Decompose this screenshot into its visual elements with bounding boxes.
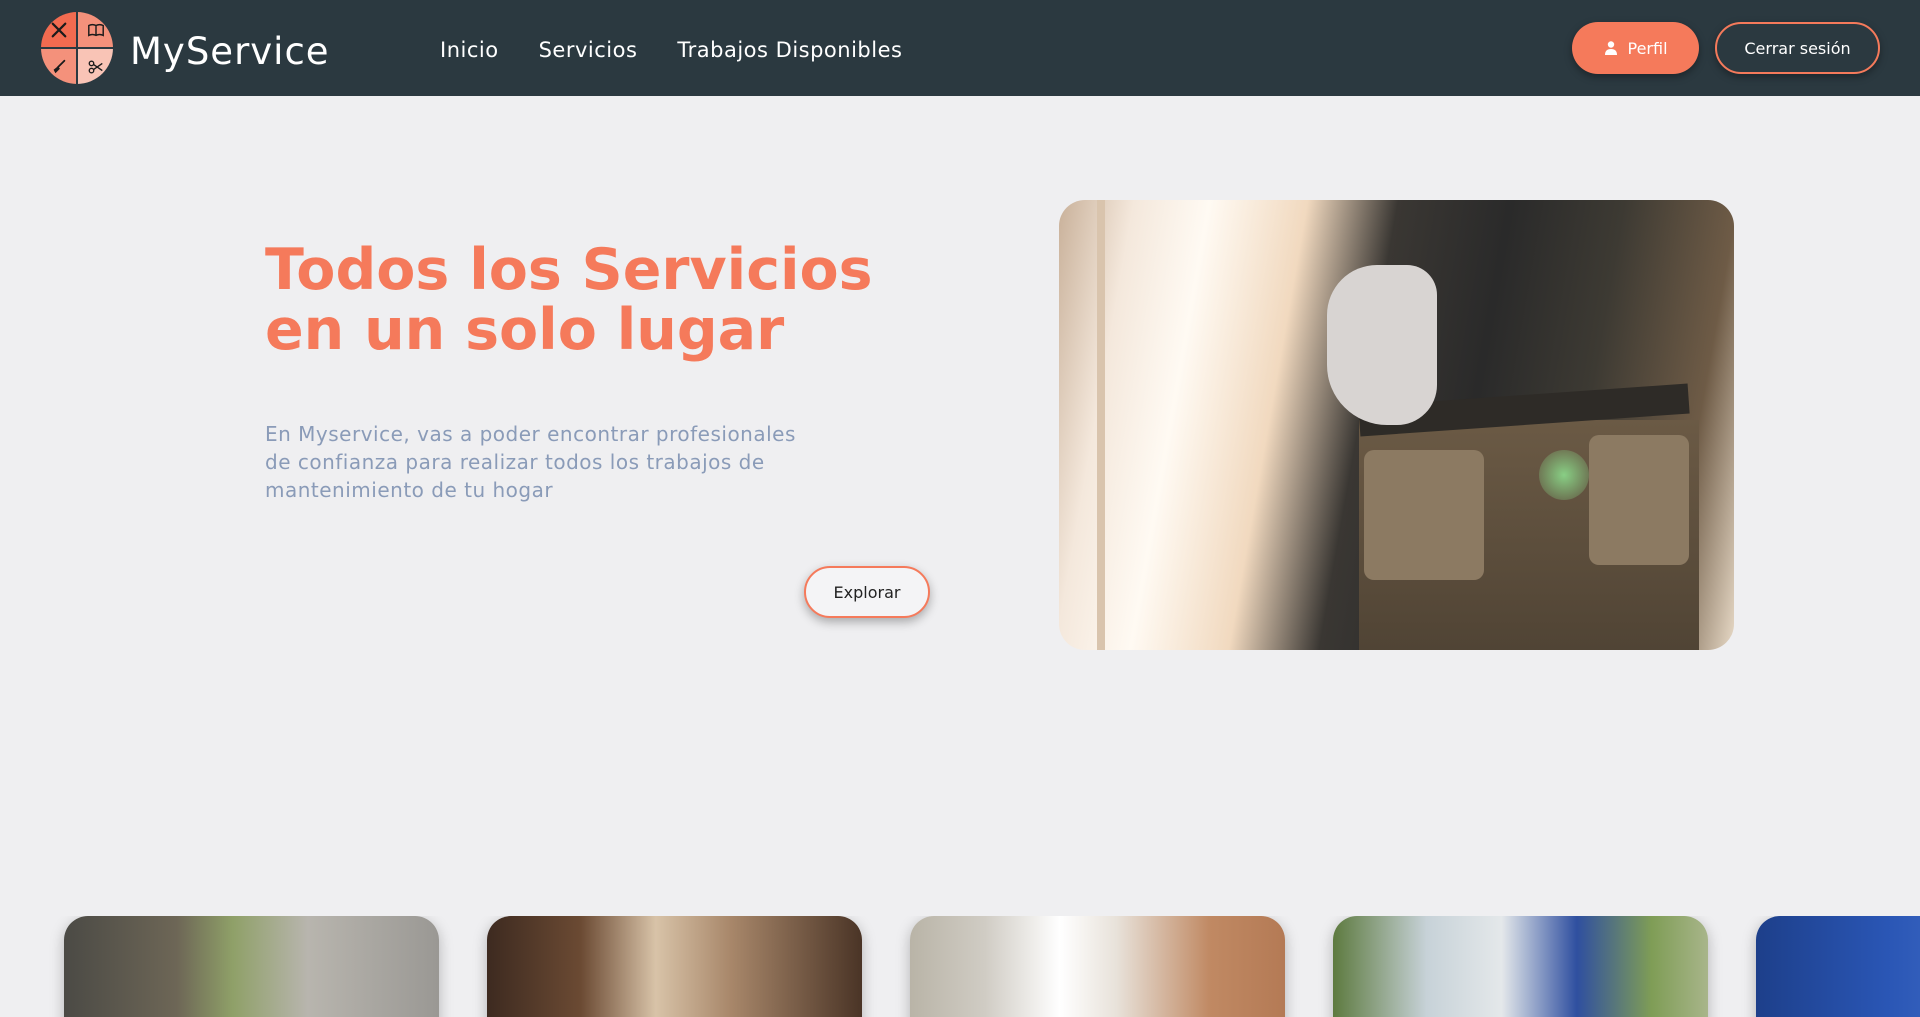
- top-navbar: MyService Inicio Servicios Trabajos Disp…: [0, 0, 1920, 96]
- profile-button-label: Perfil: [1627, 38, 1668, 58]
- hero-title: Todos los Servicios en un solo lugar: [265, 237, 873, 363]
- nav-link-inicio[interactable]: Inicio: [440, 38, 499, 62]
- explore-button[interactable]: Explorar: [804, 566, 930, 618]
- profile-button[interactable]: Perfil: [1572, 22, 1699, 74]
- book-icon: [78, 12, 113, 47]
- service-card-plumbing[interactable]: [1756, 916, 1920, 1017]
- tool-pouch-left: [1364, 450, 1484, 580]
- hero-worker-photo: [1059, 200, 1734, 650]
- window-frame: [1097, 200, 1105, 650]
- hard-hat: [1327, 265, 1437, 425]
- nav-link-trabajos-disponibles[interactable]: Trabajos Disponibles: [677, 38, 902, 62]
- broom-icon: [41, 49, 76, 84]
- service-card-gardening[interactable]: [1333, 916, 1708, 1017]
- service-card-carpentry[interactable]: [487, 916, 862, 1017]
- logout-button[interactable]: Cerrar sesión: [1715, 22, 1880, 74]
- lens-flare: [1539, 450, 1589, 500]
- service-card-electrician[interactable]: [910, 916, 1285, 1017]
- hero-description: En Myservice, vas a poder encontrar prof…: [265, 422, 796, 502]
- tools-icon: [41, 12, 76, 47]
- service-card-masonry[interactable]: [64, 916, 439, 1017]
- brand-logo[interactable]: [40, 11, 114, 85]
- brand-name[interactable]: MyService: [130, 30, 330, 73]
- scissors-icon: [78, 49, 113, 84]
- main-nav: Inicio Servicios Trabajos Disponibles: [440, 38, 902, 62]
- service-cards-carousel: [0, 916, 1920, 1017]
- tool-pouch-right: [1589, 435, 1689, 565]
- nav-link-servicios[interactable]: Servicios: [539, 38, 638, 62]
- user-icon: [1605, 41, 1618, 55]
